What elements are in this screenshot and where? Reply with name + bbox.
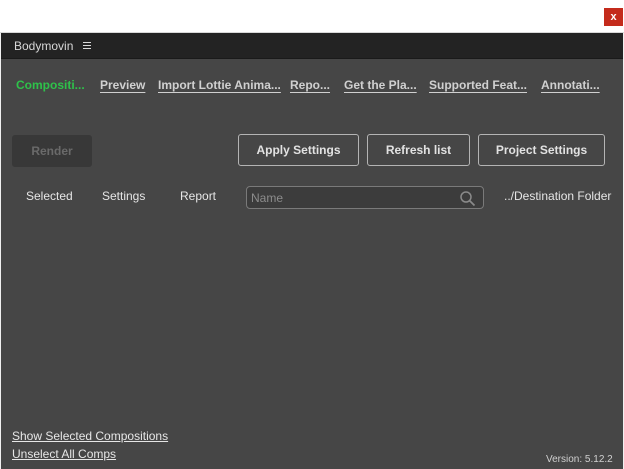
close-window-button[interactable]: x bbox=[604, 8, 623, 26]
tab-annotations[interactable]: Annotati... bbox=[541, 77, 600, 93]
tab-get-the-player[interactable]: Get the Pla... bbox=[344, 77, 417, 93]
column-header-selected: Selected bbox=[26, 189, 73, 203]
window-titlebar: x bbox=[0, 0, 624, 33]
search-input[interactable] bbox=[251, 189, 456, 206]
tab-compositions[interactable]: Compositi... bbox=[16, 77, 85, 93]
render-button[interactable]: Render bbox=[12, 135, 92, 167]
hamburger-menu-icon[interactable] bbox=[83, 42, 92, 49]
tab-preview[interactable]: Preview bbox=[100, 77, 145, 93]
panel-header: Bodymovin bbox=[1, 33, 623, 59]
panel-title: Bodymovin bbox=[14, 38, 74, 53]
refresh-list-button[interactable]: Refresh list bbox=[367, 134, 470, 166]
show-selected-compositions-link[interactable]: Show Selected Compositions bbox=[12, 429, 168, 443]
tab-reports[interactable]: Repo... bbox=[290, 77, 330, 93]
bodymovin-panel: Bodymovin Compositi... Preview Import Lo… bbox=[1, 33, 623, 469]
version-label: Version: 5.12.2 bbox=[546, 454, 613, 465]
apply-settings-button[interactable]: Apply Settings bbox=[238, 134, 359, 166]
search-icon[interactable] bbox=[459, 190, 476, 207]
unselect-all-comps-link[interactable]: Unselect All Comps bbox=[12, 447, 116, 461]
column-header-settings: Settings bbox=[102, 189, 146, 203]
tab-import-lottie-animation[interactable]: Import Lottie Anima... bbox=[158, 77, 281, 93]
project-settings-button[interactable]: Project Settings bbox=[478, 134, 605, 166]
column-header-report: Report bbox=[180, 189, 217, 203]
tab-supported-features[interactable]: Supported Feat... bbox=[429, 77, 527, 93]
column-header-destination-folder[interactable]: ../Destination Folder bbox=[504, 189, 611, 203]
search-box bbox=[246, 186, 484, 209]
close-icon: x bbox=[610, 10, 617, 23]
